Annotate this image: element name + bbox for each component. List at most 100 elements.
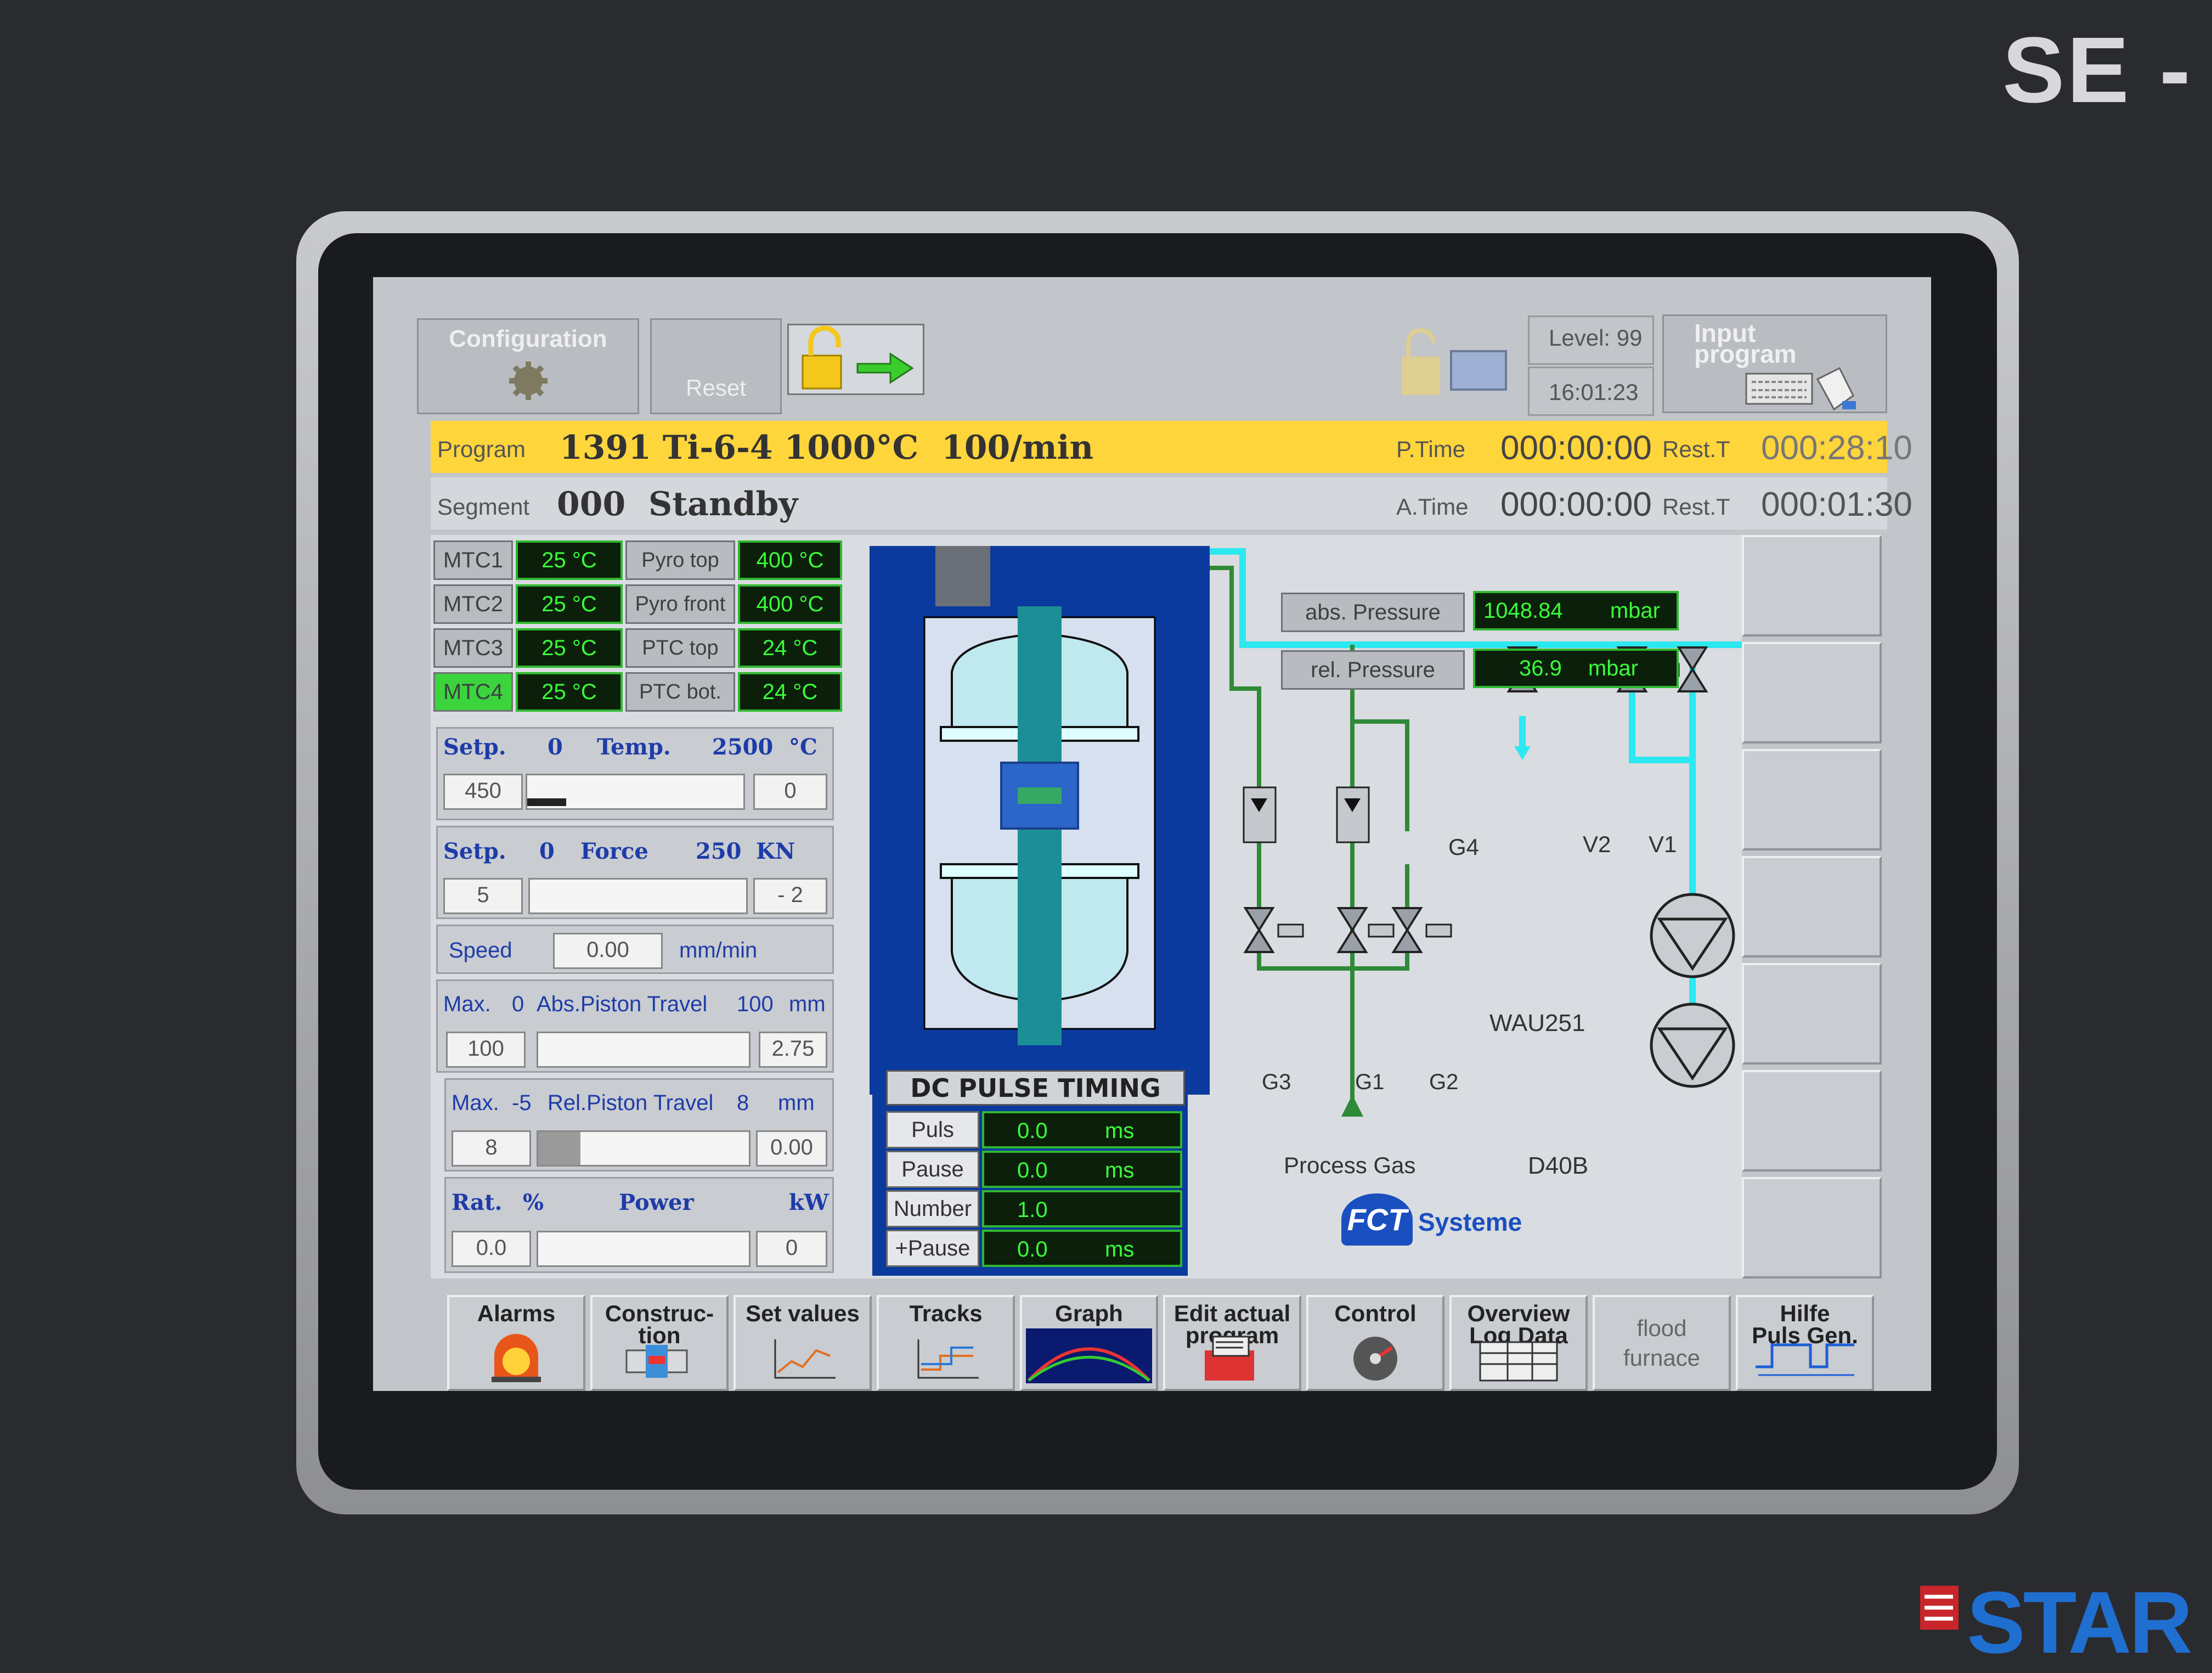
- alarm-bell-icon: [449, 1323, 583, 1387]
- bottom-nav-label: Graph: [1055, 1300, 1123, 1326]
- bottom-nav-button[interactable]: Overview Log Data: [1449, 1295, 1588, 1391]
- power-pct: %: [523, 1190, 544, 1215]
- pulse-row-readout: 0.0 ms: [982, 1230, 1182, 1267]
- temp-setpoint-input[interactable]: 450: [443, 774, 523, 810]
- rel-piston-max: 8: [737, 1091, 749, 1115]
- level-display: Level: 99: [1528, 316, 1654, 365]
- ptime-value: 000:00:00: [1500, 429, 1652, 467]
- side-softkey-button[interactable]: [1742, 642, 1882, 743]
- bottom-nav-button[interactable]: Set values: [733, 1295, 872, 1391]
- ptime-label: P.Time: [1396, 436, 1466, 462]
- side-softkey-button[interactable]: [1742, 1177, 1882, 1278]
- force-setp-label: Setp.: [443, 838, 506, 864]
- bottom-nav-label: Alarms: [477, 1300, 556, 1326]
- reset-button[interactable]: Reset: [650, 318, 782, 414]
- force-setpoint-panel: Setp. 0 Force 250 KN 5 - 2: [436, 826, 834, 919]
- side-softkey-button[interactable]: [1742, 856, 1882, 957]
- pulse-row-value: 0.0: [1017, 1158, 1048, 1182]
- segment-restt-value: 000:01:30: [1761, 486, 1912, 523]
- unlock-proceed-button[interactable]: [787, 324, 924, 395]
- power-input[interactable]: 0.0: [452, 1231, 531, 1267]
- bottom-nav-button[interactable]: Tracks: [877, 1295, 1015, 1391]
- temp-setpoint-panel: Setp. 0 Temp. 2500 °C 450 0: [436, 727, 834, 820]
- mtc-label: MTC1: [433, 540, 513, 580]
- manufacturer-name: STAR: [1967, 1573, 2193, 1671]
- rel-pressure-label: rel. Pressure: [1281, 650, 1465, 690]
- bottom-nav-button[interactable]: Alarms: [447, 1295, 585, 1391]
- rel-piston-max-label: Max.: [452, 1091, 499, 1115]
- power-panel: Rat. % Power kW 0.0 0: [444, 1177, 834, 1273]
- keyboard-hand-icon: [1745, 367, 1856, 411]
- clock-text: 16:01:23: [1549, 379, 1639, 405]
- segment-label: Segment: [437, 494, 530, 520]
- locked-display-icon: [1391, 324, 1522, 406]
- valve-g2-label: G2: [1429, 1070, 1459, 1094]
- fct-logo-mark: FCT: [1341, 1193, 1413, 1246]
- unlock-icon: [802, 325, 914, 390]
- furnace-chamber: [870, 546, 1210, 1095]
- rel-pressure-readout: 36.9 mbar: [1473, 649, 1679, 688]
- bottom-nav-label: Control: [1334, 1300, 1417, 1326]
- abs-piston-slider[interactable]: [537, 1032, 751, 1068]
- rel-piston-label: Rel.Piston Travel: [548, 1091, 714, 1115]
- level-text: Level: 99: [1549, 325, 1643, 351]
- force-slider[interactable]: [528, 878, 748, 914]
- bottom-nav-button[interactable]: Control: [1306, 1295, 1444, 1391]
- pulse-row-readout: 1.0: [982, 1190, 1182, 1227]
- valve-v2-label: V2: [1583, 831, 1611, 857]
- rel-piston-input[interactable]: 8: [452, 1130, 531, 1167]
- temp-slider[interactable]: [526, 774, 745, 810]
- power-slider[interactable]: [537, 1231, 751, 1267]
- mtc-label: MTC2: [433, 584, 513, 624]
- atime-label: A.Time: [1396, 494, 1469, 520]
- temp-max: 2500: [712, 734, 774, 760]
- speed-panel: Speed 0.00 mm/min: [436, 925, 834, 974]
- configuration-button[interactable]: Configuration: [417, 318, 639, 414]
- side-softkey-button[interactable]: [1742, 1070, 1882, 1171]
- side-softkey-button[interactable]: [1742, 749, 1882, 850]
- program-label: Program: [437, 436, 526, 462]
- temp-slider-fill: [527, 798, 566, 806]
- edit-program-icon: [1165, 1328, 1299, 1387]
- side-softkey-button[interactable]: [1742, 963, 1882, 1064]
- bottom-nav-button[interactable]: Hilfe Puls Gen.: [1736, 1295, 1874, 1391]
- bottom-nav-button[interactable]: flood furnace: [1593, 1295, 1731, 1391]
- rel-piston-slider[interactable]: [537, 1130, 751, 1167]
- temp-actual: 0: [753, 774, 827, 810]
- abs-piston-panel: Max. 0 Abs.Piston Travel 100 mm 100 2.75: [436, 979, 834, 1073]
- sensor-value: 400 °C: [738, 584, 842, 624]
- pulse-row-unit: ms: [1105, 1119, 1135, 1143]
- pulse-row-value: 0.0: [1017, 1237, 1048, 1261]
- temp-setp-label: Setp.: [443, 734, 506, 760]
- abs-pressure-unit: mbar: [1610, 599, 1660, 623]
- segment-value: 000 Standby: [557, 485, 798, 523]
- force-min: 0: [539, 838, 555, 864]
- side-softkey-button[interactable]: [1742, 535, 1882, 636]
- pulse-generator-icon: [1738, 1339, 1872, 1387]
- abs-piston-actual: 2.75: [759, 1032, 827, 1068]
- sensor-value: 400 °C: [738, 540, 842, 580]
- process-gas-label: Process Gas: [1284, 1152, 1416, 1178]
- bottom-nav-button[interactable]: Construc- tion: [590, 1295, 729, 1391]
- control-gauge-icon: [1308, 1328, 1442, 1387]
- pulse-row-value: 1.0: [1017, 1198, 1048, 1222]
- pulse-row-unit: ms: [1105, 1237, 1135, 1261]
- segment-restt-label: Rest.T: [1662, 494, 1730, 520]
- pulse-row-readout: 0.0 ms: [982, 1111, 1182, 1148]
- mtc-label: MTC4: [433, 672, 513, 712]
- force-max: 250: [696, 838, 742, 864]
- abs-piston-input[interactable]: 100: [446, 1032, 526, 1068]
- pulse-row-label: Pause: [886, 1151, 979, 1188]
- bottom-nav-button[interactable]: Edit actual program: [1163, 1295, 1301, 1391]
- bottom-nav-button[interactable]: Graph: [1020, 1295, 1158, 1391]
- reset-label: Reset: [686, 375, 746, 401]
- sensor-label: PTC top: [625, 628, 735, 668]
- input-program-button[interactable]: Input program: [1662, 314, 1887, 413]
- speed-value: 0.00: [553, 933, 663, 969]
- temp-min: 0: [548, 734, 563, 760]
- temperature-table: MTC1 25 °C Pyro top 400 °C MTC2 25 °C Pyro fro…: [433, 540, 867, 722]
- clock-display: 16:01:23: [1528, 367, 1654, 416]
- force-setpoint-input[interactable]: 5: [443, 878, 523, 914]
- sensor-label: Pyro front: [625, 584, 735, 624]
- segment-bar: Segment 000 Standby A.Time 000:00:00 Res…: [431, 477, 1912, 529]
